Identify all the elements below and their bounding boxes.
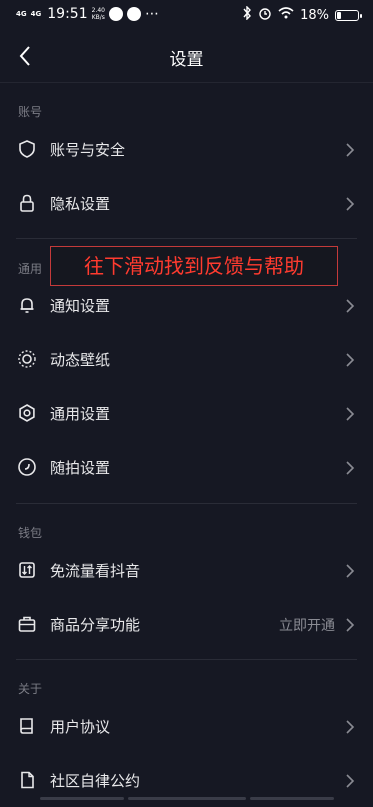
network-speed: 2.40 KB/s: [92, 7, 105, 21]
message-icon: [108, 7, 123, 21]
chevron-right-icon: [345, 298, 355, 314]
battery-icon: [335, 9, 362, 21]
status-bar: 4G 4G 19:51 2.40 KB/s ⋯ 18%: [0, 0, 373, 30]
chevron-right-icon: [345, 719, 355, 735]
bluetooth-icon: [242, 5, 252, 24]
snap-icon: [17, 457, 37, 477]
wifi-icon: [278, 7, 294, 23]
row-user-agreement[interactable]: 用户协议: [0, 701, 373, 753]
row-privacy[interactable]: 隐私设置: [0, 178, 373, 230]
row-notifications[interactable]: 通知设置: [0, 280, 373, 332]
speed-value: 2.40: [91, 7, 105, 14]
row-product-share[interactable]: 商品分享功能 立即开通: [0, 599, 373, 651]
data-traffic-icon: [17, 560, 37, 580]
row-label: 动态壁纸: [50, 351, 111, 369]
row-account-security[interactable]: 账号与安全: [0, 124, 373, 176]
activate-now-link[interactable]: 立即开通: [279, 615, 335, 635]
divider: [16, 659, 357, 660]
divider: [16, 238, 357, 239]
document-icon: [17, 770, 37, 790]
chevron-right-icon: [345, 196, 355, 212]
row-general-settings[interactable]: 通用设置: [0, 388, 373, 440]
row-label: 免流量看抖音: [50, 562, 141, 580]
row-label: 通知设置: [50, 297, 111, 315]
row-label: 用户协议: [50, 718, 111, 736]
gear-icon: [17, 403, 37, 423]
briefcase-icon: [17, 614, 37, 634]
chevron-right-icon: [345, 406, 355, 422]
page-title: 设置: [169, 50, 204, 70]
row-free-data[interactable]: 免流量看抖音: [0, 545, 373, 597]
nav-bar: 设置: [0, 30, 373, 83]
lock-icon: [17, 193, 37, 213]
signal-label-1: 4G: [16, 10, 27, 18]
chevron-right-icon: [345, 617, 355, 633]
chevron-right-icon: [345, 460, 355, 476]
chevron-right-icon: [345, 142, 355, 158]
chevron-right-icon: [345, 773, 355, 789]
signal-icon: 4G: [16, 10, 27, 18]
shield-icon: [17, 139, 37, 159]
signal-icon-2: 4G: [31, 10, 42, 18]
section-label-account: 账号: [18, 105, 43, 119]
row-label: 账号与安全: [50, 141, 126, 159]
wallpaper-icon: [17, 349, 37, 369]
chevron-right-icon: [345, 352, 355, 368]
divider: [16, 503, 357, 504]
row-label: 随拍设置: [50, 459, 111, 477]
row-snap-settings[interactable]: 随拍设置: [0, 442, 373, 494]
instruction-overlay: 往下滑动找到反馈与帮助: [50, 246, 338, 286]
chevron-right-icon: [345, 563, 355, 579]
section-label-wallet: 钱包: [18, 526, 43, 540]
battery-percent: 18%: [300, 7, 329, 23]
more-icon: ⋯: [144, 6, 159, 22]
alarm-icon: [258, 6, 272, 24]
row-label: 隐私设置: [50, 195, 111, 213]
section-label-general: 通用: [18, 262, 43, 276]
section-label-about: 关于: [18, 682, 43, 696]
book-icon: [17, 716, 37, 736]
check-icon: [126, 7, 141, 21]
row-label: 通用设置: [50, 405, 111, 423]
signal-label-2: 4G: [30, 10, 42, 18]
status-time: 19:51: [47, 6, 88, 22]
row-label: 商品分享功能: [50, 616, 141, 634]
row-label: 社区自律公约: [50, 772, 141, 790]
speed-unit: KB/s: [91, 14, 105, 21]
bell-icon: [17, 295, 37, 315]
row-dynamic-wallpaper[interactable]: 动态壁纸: [0, 334, 373, 386]
